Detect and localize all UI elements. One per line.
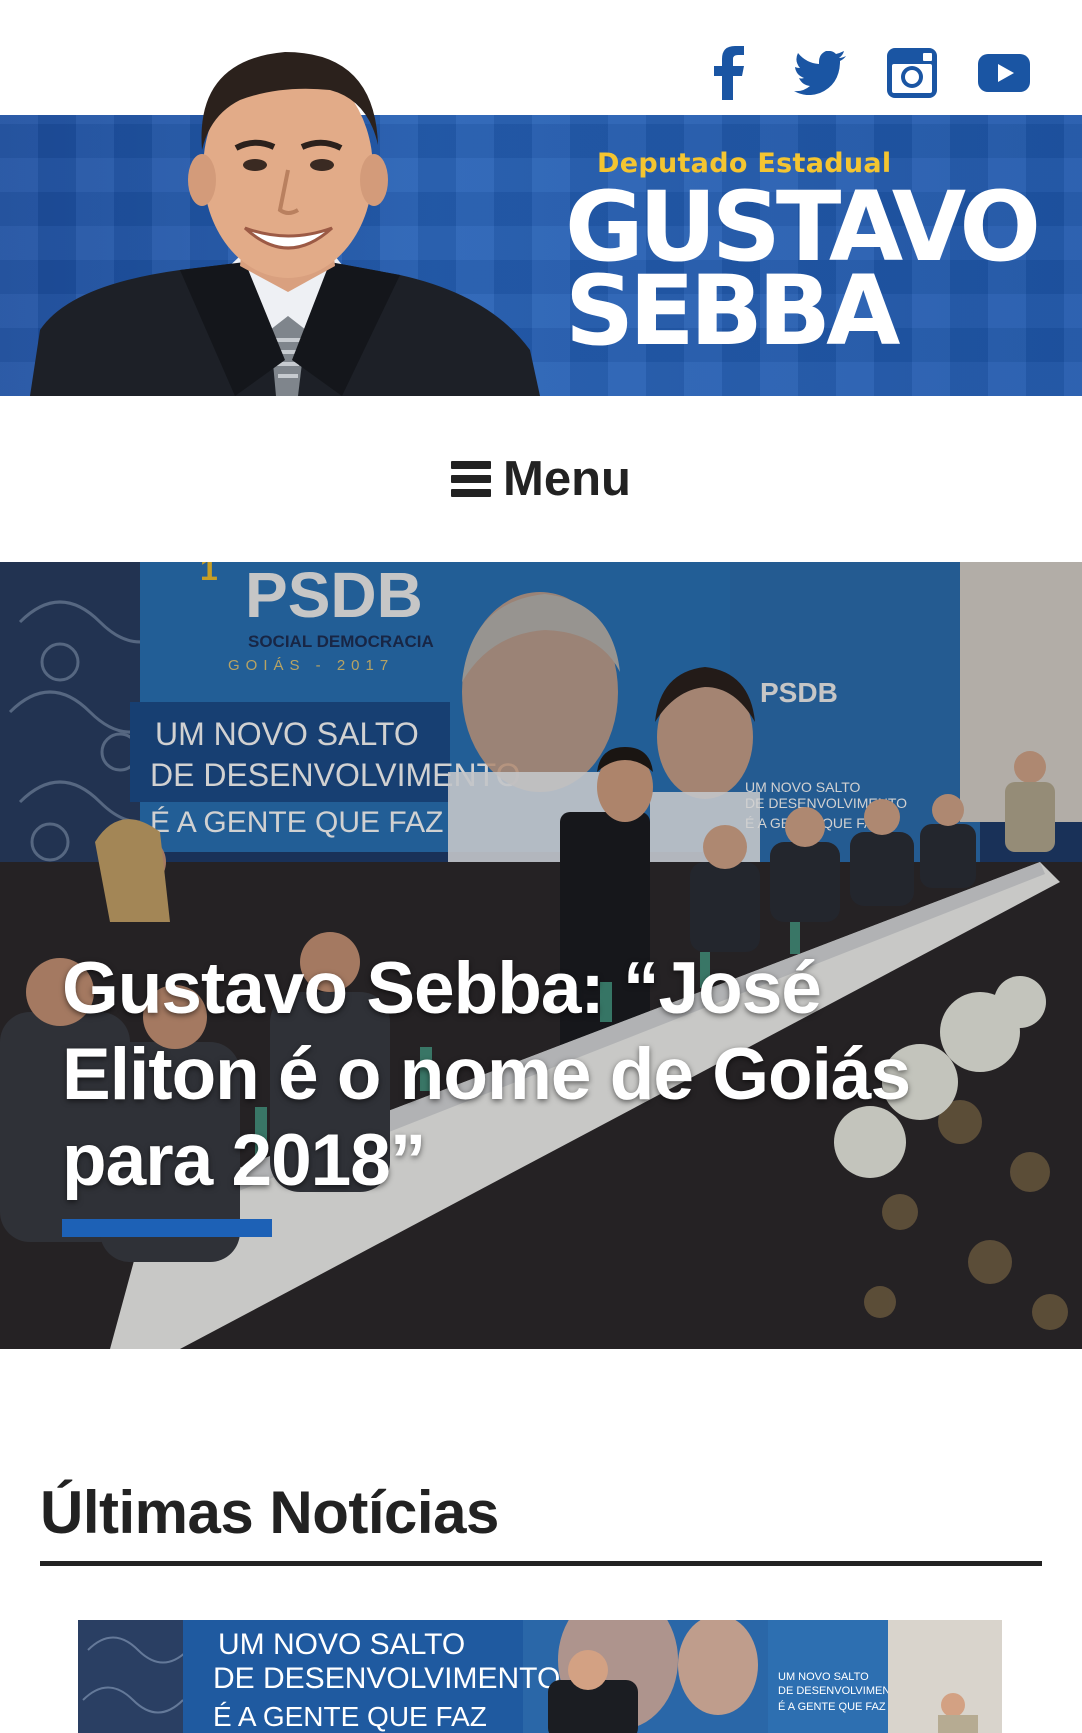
menu-button[interactable]: Menu [451,451,631,507]
menu-label: Menu [503,452,631,506]
facebook-icon[interactable] [700,45,756,101]
svg-text:DE DESENVOLVIMENTO: DE DESENVOLVIMENTO [778,1685,906,1697]
headline-underline [62,1219,272,1237]
news-thumbnail[interactable]: UM NOVO SALTO DE DESENVOLVIMENTO É A GEN… [78,1620,1002,1733]
instagram-icon[interactable] [884,45,940,101]
candidate-portrait [30,52,540,396]
youtube-icon[interactable] [976,45,1032,101]
main-nav: Menu [0,396,1082,562]
svg-text:UM NOVO SALTO: UM NOVO SALTO [778,1671,869,1683]
news-thumbnail-photo: UM NOVO SALTO DE DESENVOLVIMENTO É A GEN… [78,1620,1002,1733]
latest-news-heading: Últimas Notícias [40,1479,499,1546]
svg-text:É A GENTE QUE FAZ: É A GENTE QUE FAZ [778,1700,886,1713]
thumb-slogan-3: É A GENTE QUE FAZ [213,1701,487,1732]
site-header: Deputado Estadual GUSTAVO SEBBA [0,0,1082,396]
thumb-slogan-1: UM NOVO SALTO [218,1628,465,1661]
hamburger-icon [451,461,492,497]
brand-block: Deputado Estadual GUSTAVO SEBBA [565,148,1065,359]
latest-news-divider [40,1561,1042,1566]
social-links [700,45,1032,101]
featured-headline[interactable]: Gustavo Sebba: “José Eliton é o nome de … [62,946,942,1204]
thumb-slogan-2: DE DESENVOLVIMENTO [213,1662,560,1695]
featured-post[interactable]: 1 PSDB SOCIAL DEMOCRACIA GOIÁS - 2017 UM… [0,562,1082,1349]
twitter-icon[interactable] [792,45,848,101]
